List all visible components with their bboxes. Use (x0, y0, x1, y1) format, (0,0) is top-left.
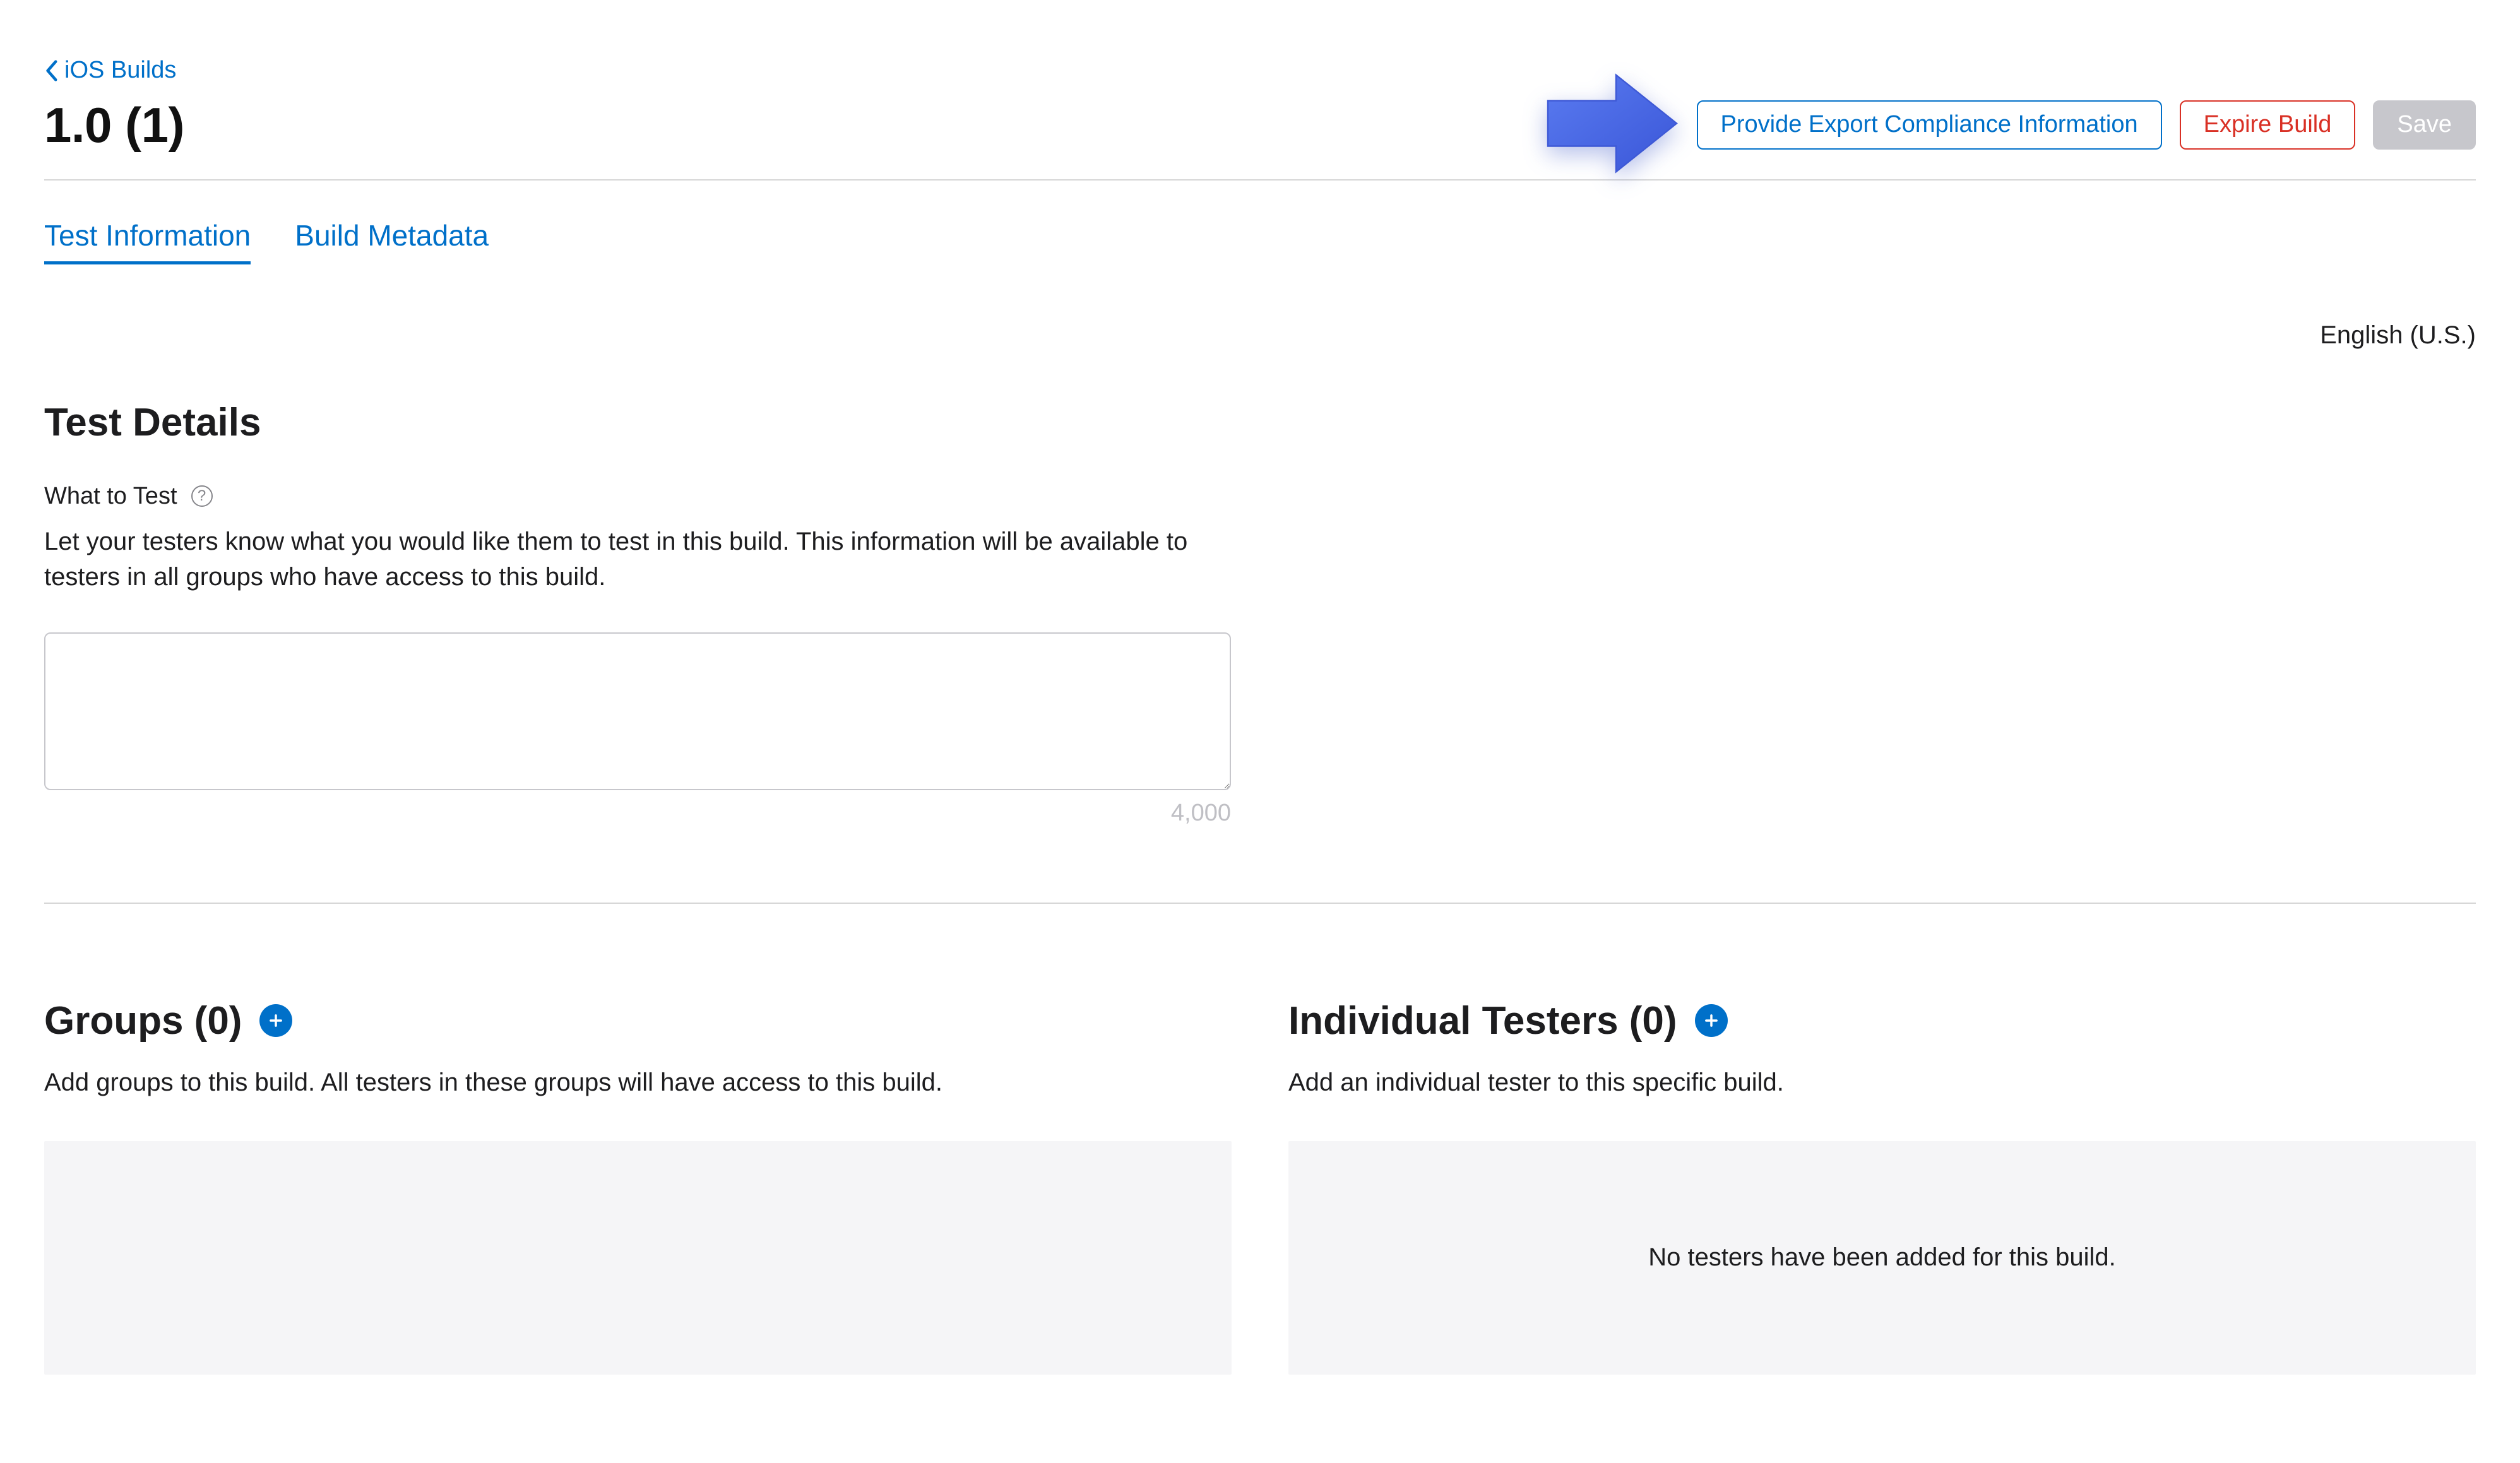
plus-icon (267, 1012, 285, 1029)
individual-testers-heading: Individual Testers (0) (1288, 998, 1677, 1043)
groups-description: Add groups to this build. All testers in… (44, 1069, 1232, 1097)
save-button: Save (2373, 100, 2476, 150)
what-to-test-label: What to Test (44, 483, 177, 510)
groups-empty-state (44, 1141, 1232, 1375)
provide-export-compliance-button[interactable]: Provide Export Compliance Information (1697, 100, 2162, 150)
testers-empty-state: No testers have been added for this buil… (1288, 1141, 2476, 1375)
chevron-left-icon (44, 59, 58, 82)
plus-icon (1703, 1012, 1720, 1029)
tab-build-metadata[interactable]: Build Metadata (295, 218, 489, 264)
test-details-heading: Test Details (44, 400, 2476, 445)
breadcrumb-label: iOS Builds (64, 57, 176, 84)
add-tester-button[interactable] (1695, 1004, 1728, 1037)
what-to-test-description: Let your testers know what you would lik… (44, 524, 1225, 595)
page-title: 1.0 (1) (44, 97, 184, 154)
section-divider (44, 903, 2476, 904)
groups-heading: Groups (0) (44, 998, 242, 1043)
locale-selector[interactable]: English (U.S.) (44, 321, 2476, 350)
tab-test-information[interactable]: Test Information (44, 218, 251, 264)
breadcrumb-ios-builds[interactable]: iOS Builds (44, 57, 176, 84)
what-to-test-input[interactable] (44, 632, 1231, 790)
expire-build-button[interactable]: Expire Build (2180, 100, 2356, 150)
individual-testers-description: Add an individual tester to this specifi… (1288, 1069, 2476, 1097)
help-icon[interactable]: ? (191, 485, 213, 507)
char-limit-label: 4,000 (44, 800, 1231, 827)
add-group-button[interactable] (259, 1004, 292, 1037)
